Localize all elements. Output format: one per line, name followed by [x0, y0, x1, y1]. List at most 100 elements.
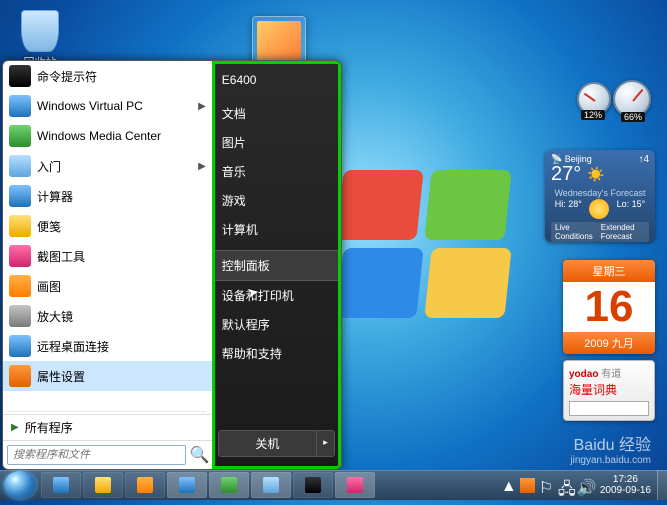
chevron-right-icon: ▶	[198, 161, 206, 172]
taskbar-ie[interactable]	[41, 472, 81, 498]
clock-time: 17:26	[600, 474, 651, 485]
start-item-7[interactable]: 画图	[3, 271, 212, 301]
start-item-8[interactable]: 放大镜	[3, 301, 212, 331]
gadget-dictionary[interactable]: yodao 有道 海量词典	[563, 360, 655, 421]
tray-sogou-icon[interactable]	[520, 478, 535, 493]
start-right-item-7[interactable]: 设备和打印机	[212, 281, 341, 310]
weather-lo: Lo: 15°	[617, 199, 646, 219]
all-programs-label: 所有程序	[25, 419, 73, 436]
shutdown-options-arrow[interactable]: ▸	[316, 431, 334, 456]
weather-temp: 27°	[551, 163, 581, 186]
program-icon	[9, 185, 31, 207]
taskbar-cmd[interactable]	[293, 472, 333, 498]
start-item-label: 命令提示符	[37, 68, 97, 85]
wmp-icon	[137, 477, 153, 493]
forecast-label: Wednesday's Forecast	[551, 188, 649, 198]
sun-icon	[589, 199, 609, 219]
start-item-6[interactable]: 截图工具	[3, 241, 212, 271]
tray-network-icon[interactable]: 🖧	[558, 478, 573, 493]
taskbar-app-1[interactable]	[209, 472, 249, 498]
app-icon	[263, 477, 279, 493]
taskbar: ▲ ⚐ 🖧 🔊 17:26 2009-09-16	[0, 470, 667, 500]
tray-flag-icon[interactable]: ⚐	[539, 478, 554, 493]
start-item-5[interactable]: 便笺	[3, 211, 212, 241]
program-icon	[9, 365, 31, 387]
extended-forecast-link[interactable]: Extended Forecast	[597, 222, 649, 242]
start-item-0[interactable]: 命令提示符	[3, 61, 212, 91]
clock-date: 2009-09-16	[600, 485, 651, 496]
watermark: Baidu 经验 jingyan.baidu.com	[570, 431, 651, 466]
cmd-icon	[305, 477, 321, 493]
taskbar-app-3[interactable]	[335, 472, 375, 498]
ie-icon	[53, 477, 69, 493]
live-conditions-link[interactable]: Live Conditions	[551, 222, 597, 242]
app-icon	[221, 477, 237, 493]
recycle-bin-icon	[21, 10, 59, 52]
start-item-1[interactable]: Windows Virtual PC ▶	[3, 91, 212, 121]
folder-icon	[95, 477, 111, 493]
start-search-input[interactable]	[7, 445, 186, 465]
gadget-cpu-meter[interactable]: 12% 66%	[575, 80, 655, 125]
taskbar-app-2[interactable]	[251, 472, 291, 498]
gadget-calendar[interactable]: 星期三 16 2009 九月	[563, 260, 655, 354]
shutdown-button[interactable]: 关机 ▸	[218, 430, 335, 457]
program-icon	[9, 155, 31, 177]
dict-input[interactable]	[569, 401, 649, 416]
start-item-label: 远程桌面连接	[37, 338, 109, 355]
start-search-row: 🔍	[3, 440, 212, 469]
calendar-day: 16	[563, 282, 655, 332]
taskbar-word[interactable]	[167, 472, 207, 498]
calendar-weekday: 星期三	[563, 260, 655, 282]
taskbar-clock[interactable]: 17:26 2009-09-16	[594, 474, 657, 496]
start-right-item-2[interactable]: 图片	[212, 128, 341, 157]
start-right-panel: E6400 文档图片音乐游戏计算机控制面板设备和打印机默认程序帮助和支持 关机 ▸	[212, 61, 341, 469]
start-item-3[interactable]: 入门 ▶	[3, 151, 212, 181]
start-item-label: 计算器	[37, 188, 73, 205]
start-right-item-1[interactable]: 文档	[212, 99, 341, 128]
start-item-label: 截图工具	[37, 248, 85, 265]
ram-percent: 66%	[621, 112, 645, 122]
dict-sub: 海量词典	[569, 381, 649, 398]
system-tray: ▲ ⚐ 🖧 🔊 17:26 2009-09-16	[499, 470, 667, 500]
tray-chevron-icon[interactable]: ▲	[501, 478, 516, 493]
start-right-item-6[interactable]: 控制面板	[212, 250, 341, 281]
start-item-9[interactable]: 远程桌面连接	[3, 331, 212, 361]
start-item-4[interactable]: 计算器	[3, 181, 212, 211]
cpu-percent: 12%	[581, 110, 605, 120]
gadget-weather[interactable]: 📡 Beijing ↑4 27° ☀️ Wednesday's Forecast…	[545, 150, 655, 242]
program-icon	[9, 305, 31, 327]
wind-indicator: ↑4	[638, 154, 649, 165]
start-item-2[interactable]: Windows Media Center	[3, 121, 212, 151]
start-item-label: 放大镜	[37, 308, 73, 325]
app-icon	[347, 477, 363, 493]
calendar-month-year: 2009 九月	[563, 332, 655, 354]
start-right-item-3[interactable]: 音乐	[212, 157, 341, 186]
watermark-text: Baidu 经验	[574, 437, 651, 454]
start-right-item-8[interactable]: 默认程序	[212, 310, 341, 339]
start-menu: 命令提示符 Windows Virtual PC ▶ Windows Media Ce…	[2, 60, 342, 470]
start-item-label: 便笺	[37, 218, 61, 235]
tray-volume-icon[interactable]: 🔊	[577, 478, 592, 493]
taskbar-mediaplayer[interactable]	[125, 472, 165, 498]
start-item-label: 入门	[37, 158, 61, 175]
show-desktop-button[interactable]	[657, 470, 667, 500]
start-right-item-9[interactable]: 帮助和支持	[212, 339, 341, 368]
start-item-10[interactable]: 属性设置	[3, 361, 212, 391]
program-icon	[9, 275, 31, 297]
start-orb[interactable]	[4, 471, 36, 499]
start-item-label: Windows Virtual PC	[37, 99, 143, 113]
chevron-right-icon: ▶	[198, 101, 206, 112]
dict-brand: yodao	[569, 369, 598, 380]
start-left-panel: 命令提示符 Windows Virtual PC ▶ Windows Media Ce…	[3, 61, 212, 469]
start-right-item-4[interactable]: 游戏	[212, 186, 341, 215]
shutdown-label: 关机	[219, 431, 316, 456]
start-right-item-0[interactable]: E6400	[212, 67, 341, 93]
word-icon	[179, 477, 195, 493]
weather-hi: Hi: 28°	[555, 199, 582, 219]
program-icon	[9, 245, 31, 267]
start-all-programs[interactable]: ▶ 所有程序	[3, 414, 212, 440]
search-icon: 🔍	[190, 445, 208, 465]
start-item-label: 属性设置	[37, 368, 85, 385]
taskbar-explorer[interactable]	[83, 472, 123, 498]
start-right-item-5[interactable]: 计算机	[212, 215, 341, 244]
